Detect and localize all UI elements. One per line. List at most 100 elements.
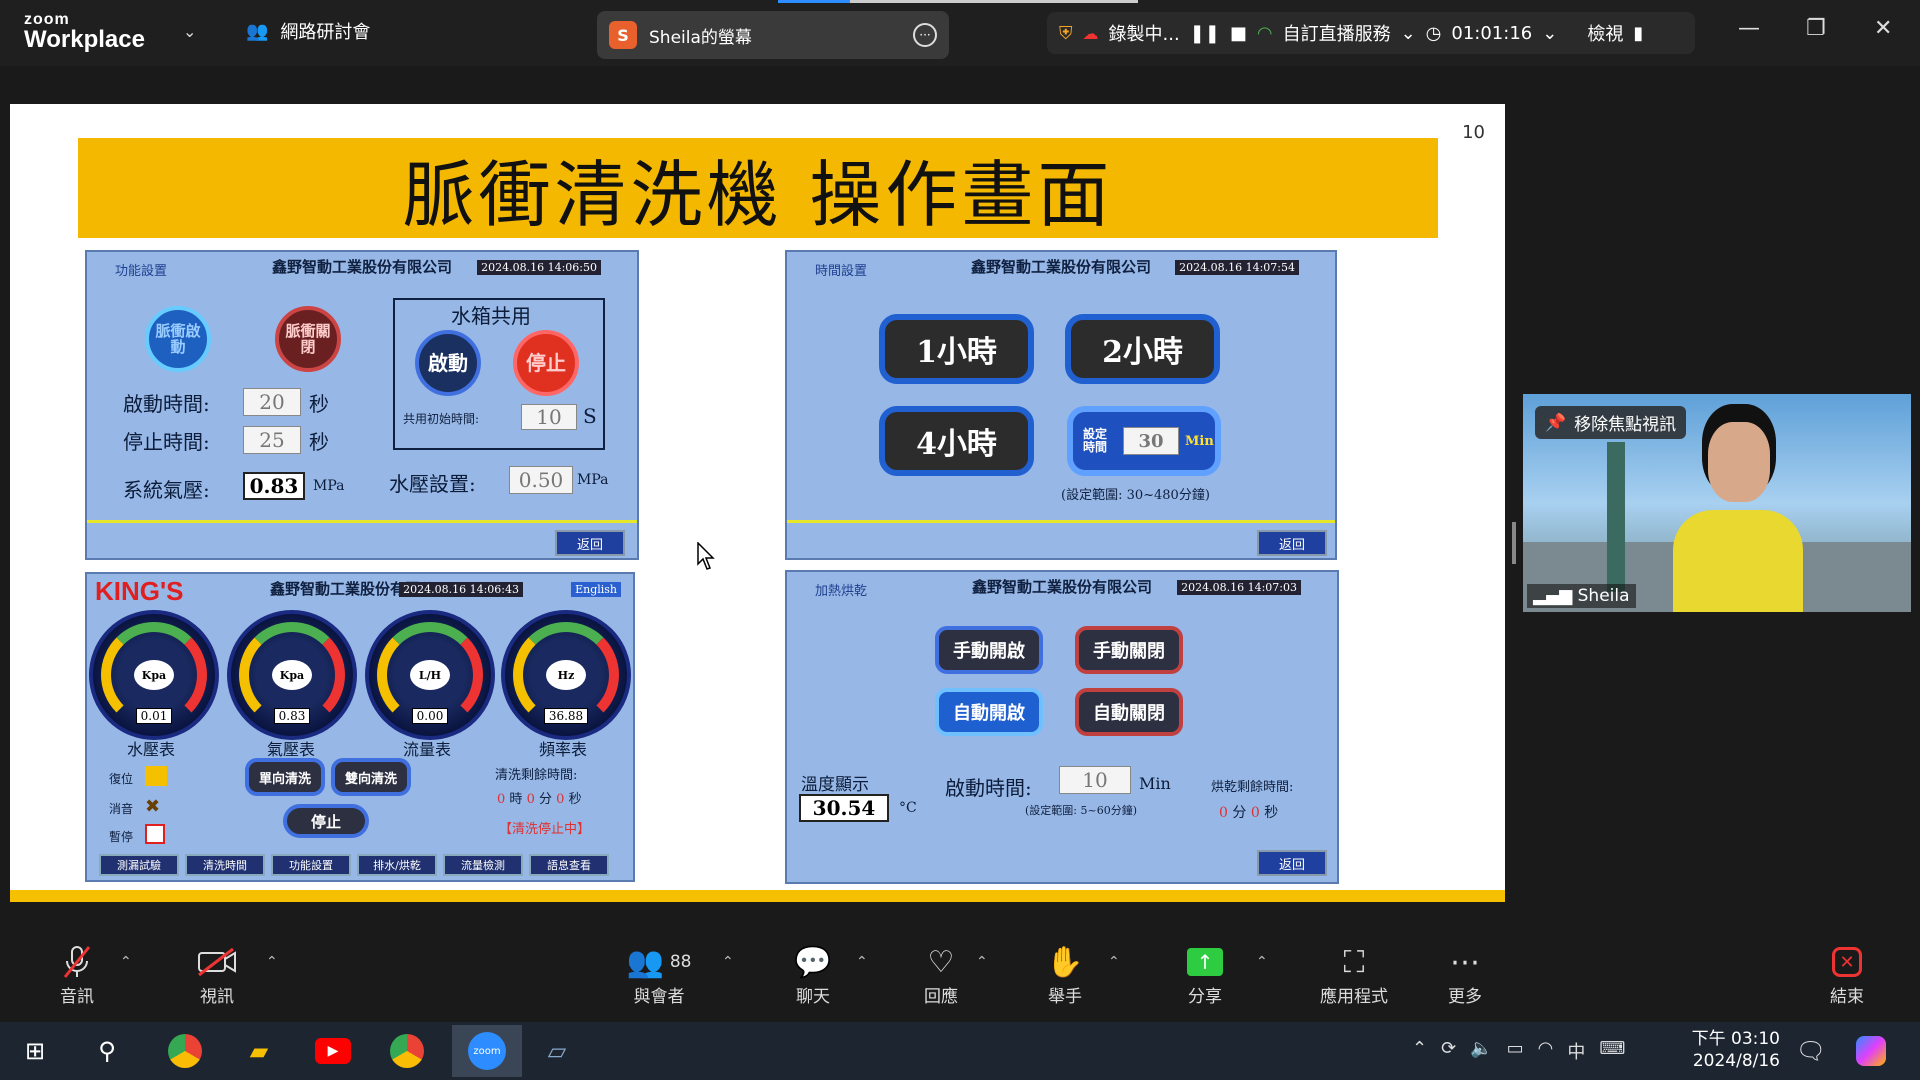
set-time-value: 30 [1123, 427, 1179, 455]
minimize-icon[interactable]: — [1738, 16, 1760, 41]
tank-stop-button: 停止 [513, 330, 579, 396]
search-icon[interactable]: ⚲ [86, 1030, 128, 1072]
system-pressure-value: 0.83 [243, 472, 305, 500]
camera-off-icon [172, 942, 262, 982]
flow-gauge: L/H 0.00 [365, 610, 495, 740]
taskbar-clock[interactable]: 下午 03:10 2024/8/16 [1692, 1028, 1780, 1072]
hand-icon: ✋ [1046, 944, 1084, 980]
chevron-down-icon[interactable]: ⌄ [1401, 23, 1416, 44]
remaining-time: 0 時 0 分 0 秒 [497, 788, 582, 807]
nav-info: 語息查看 [529, 854, 609, 876]
company-name: 鑫野智動工業股份有限公司 [970, 258, 1152, 276]
set-time-button: 設定時間 30 Min [1067, 406, 1221, 476]
more-label: 更多 [1448, 987, 1482, 1007]
end-button[interactable]: ✕ 結束 [1802, 942, 1892, 1007]
stop-time-value: 25 [243, 426, 301, 454]
meeting-type[interactable]: 👥 網路研討會 [246, 18, 370, 44]
apps-button[interactable]: ⛶ 應用程式 [1294, 942, 1414, 1008]
more-options-icon[interactable]: ··· [913, 23, 937, 47]
share-caret-icon[interactable]: ⌃ [1256, 954, 1268, 970]
hmi-gauge-panel: KING'S 鑫野智動工業股份有限公司 2024.08.16 14:06:43 … [85, 572, 635, 882]
timestamp: 2024.08.16 14:06:50 [477, 260, 601, 275]
reset-icon [145, 766, 167, 786]
remove-spotlight-button[interactable]: 📌 移除焦點視訊 [1535, 406, 1687, 439]
live-stream-label[interactable]: 自訂直播服務 [1283, 20, 1391, 46]
single-wash-button: 單向清洗 [245, 758, 325, 796]
close-icon[interactable]: ✕ [1874, 16, 1892, 41]
battery-icon[interactable]: ▭ [1507, 1038, 1524, 1064]
system-tray: ⌃ ⟳ 🔈 ▭ ◠ 中 ⌨ [1412, 1038, 1625, 1064]
speaker-icon[interactable]: 🔈 [1470, 1038, 1492, 1064]
participants-button[interactable]: 👥 88 與會者 [604, 942, 714, 1008]
nav-wash-time: 清洗時間 [185, 854, 265, 876]
view-layout-icon[interactable]: ▮ [1633, 23, 1643, 44]
hour-unit: 時 [509, 792, 523, 807]
participants-count: 88 [669, 952, 692, 972]
audio-label: 音訊 [60, 987, 94, 1007]
hmi-time-panel: 時間設置 鑫野智動工業股份有限公司 2024.08.16 14:07:54 1小… [785, 250, 1337, 560]
dry-remaining-label: 烘乾剩餘時間: [1211, 780, 1294, 795]
dry-remain-minutes: 0 [1219, 805, 1228, 821]
end-x-icon: ✕ [1802, 942, 1892, 982]
meeting-controls: 音訊 ⌃ 視訊 ⌃ 👥 88 與會者 ⌃ 💬 聊天 ⌃ ♡ 回應 ⌃ ✋ 舉手 … [0, 932, 1920, 1022]
remain-seconds: 0 [556, 792, 565, 807]
youtube-icon[interactable]: ▶ [312, 1030, 354, 1072]
two-hour-button: 2小時 [1065, 314, 1220, 384]
react-button[interactable]: ♡ 回應 [896, 942, 986, 1008]
stop-recording-icon[interactable]: ■ [1230, 23, 1247, 44]
top-bar: zoom Workplace ⌄ 👥 網路研討會 S Sheila的螢幕 ···… [0, 0, 1920, 66]
signal-bars-icon: ▂▄▆ [1533, 586, 1573, 606]
windows-start-icon[interactable]: ⊞ [14, 1030, 56, 1072]
screen-share-pill[interactable]: S Sheila的螢幕 ··· [597, 11, 949, 59]
zoom-taskbar-icon[interactable]: zoom [452, 1025, 522, 1077]
manual-close-button: 手動關閉 [1075, 626, 1183, 674]
chrome-k-icon[interactable] [164, 1030, 206, 1072]
react-label: 回應 [924, 987, 958, 1007]
notepad-icon[interactable]: ▱ [536, 1030, 578, 1072]
pause-recording-icon[interactable]: ❚❚ [1190, 23, 1220, 44]
chevron-down-icon[interactable]: ⌄ [183, 22, 196, 41]
speaker-video-tile[interactable]: 📌 移除焦點視訊 ▂▄▆ Sheila [1523, 394, 1911, 612]
copilot-icon[interactable] [1850, 1030, 1892, 1072]
audio-button[interactable]: 音訊 [32, 942, 122, 1007]
chat-label: 聊天 [796, 987, 830, 1007]
minute-unit: 分 [539, 792, 553, 807]
timestamp: 2024.08.16 14:07:03 [1177, 580, 1301, 595]
participants-caret-icon[interactable]: ⌃ [722, 954, 734, 970]
panel-splitter-handle[interactable] [1512, 522, 1516, 564]
security-shield-icon[interactable]: ⛨ [1059, 23, 1073, 44]
gauge-value: 36.88 [543, 708, 589, 724]
share-button[interactable]: ↑ 分享 [1160, 942, 1250, 1007]
heat-range-note: (設定範圍: 5~60分鐘) [1025, 804, 1137, 817]
raise-hand-button[interactable]: ✋ 舉手 [1020, 942, 1110, 1008]
minute-unit: 分 [1232, 805, 1247, 821]
speaker-name-tag: ▂▄▆ Sheila [1527, 584, 1636, 608]
apps-label: 應用程式 [1320, 987, 1388, 1007]
video-button[interactable]: 視訊 [172, 942, 262, 1007]
chrome-profile-icon[interactable] [386, 1030, 428, 1072]
tray-update-icon[interactable]: ⟳ [1441, 1038, 1456, 1064]
chat-caret-icon[interactable]: ⌃ [856, 954, 868, 970]
more-button[interactable]: ⋯ 更多 [1420, 942, 1510, 1008]
tank-share-box: 水箱共用 啟動 停止 共用初始時間: 10 S [393, 298, 605, 450]
notification-icon[interactable]: 🗨 [1790, 1030, 1832, 1072]
raise-hand-caret-icon[interactable]: ⌃ [1108, 954, 1120, 970]
react-caret-icon[interactable]: ⌃ [976, 954, 988, 970]
share-time-unit: S [583, 404, 597, 428]
tray-chevron-up-icon[interactable]: ⌃ [1412, 1038, 1427, 1064]
view-menu[interactable]: 檢視 [1587, 20, 1623, 46]
webinar-icon: 👥 [246, 20, 269, 42]
audio-options-caret-icon[interactable]: ⌃ [120, 954, 132, 970]
restore-icon[interactable]: ❐ [1806, 16, 1826, 41]
meeting-type-label: 網路研討會 [280, 22, 371, 43]
gauge-label: 氣壓表 [267, 740, 316, 759]
keyboard-icon[interactable]: ⌨ [1599, 1038, 1625, 1064]
slide-footer-band [10, 890, 1505, 902]
wifi-icon[interactable]: ◠ [1538, 1038, 1554, 1064]
ime-indicator[interactable]: 中 [1567, 1038, 1585, 1064]
file-explorer-icon[interactable]: ▰ [238, 1030, 280, 1072]
video-options-caret-icon[interactable]: ⌃ [266, 954, 278, 970]
clock-date: 2024/8/16 [1692, 1051, 1780, 1071]
chevron-down-icon[interactable]: ⌄ [1542, 23, 1557, 44]
chat-button[interactable]: 💬 聊天 [768, 942, 858, 1008]
